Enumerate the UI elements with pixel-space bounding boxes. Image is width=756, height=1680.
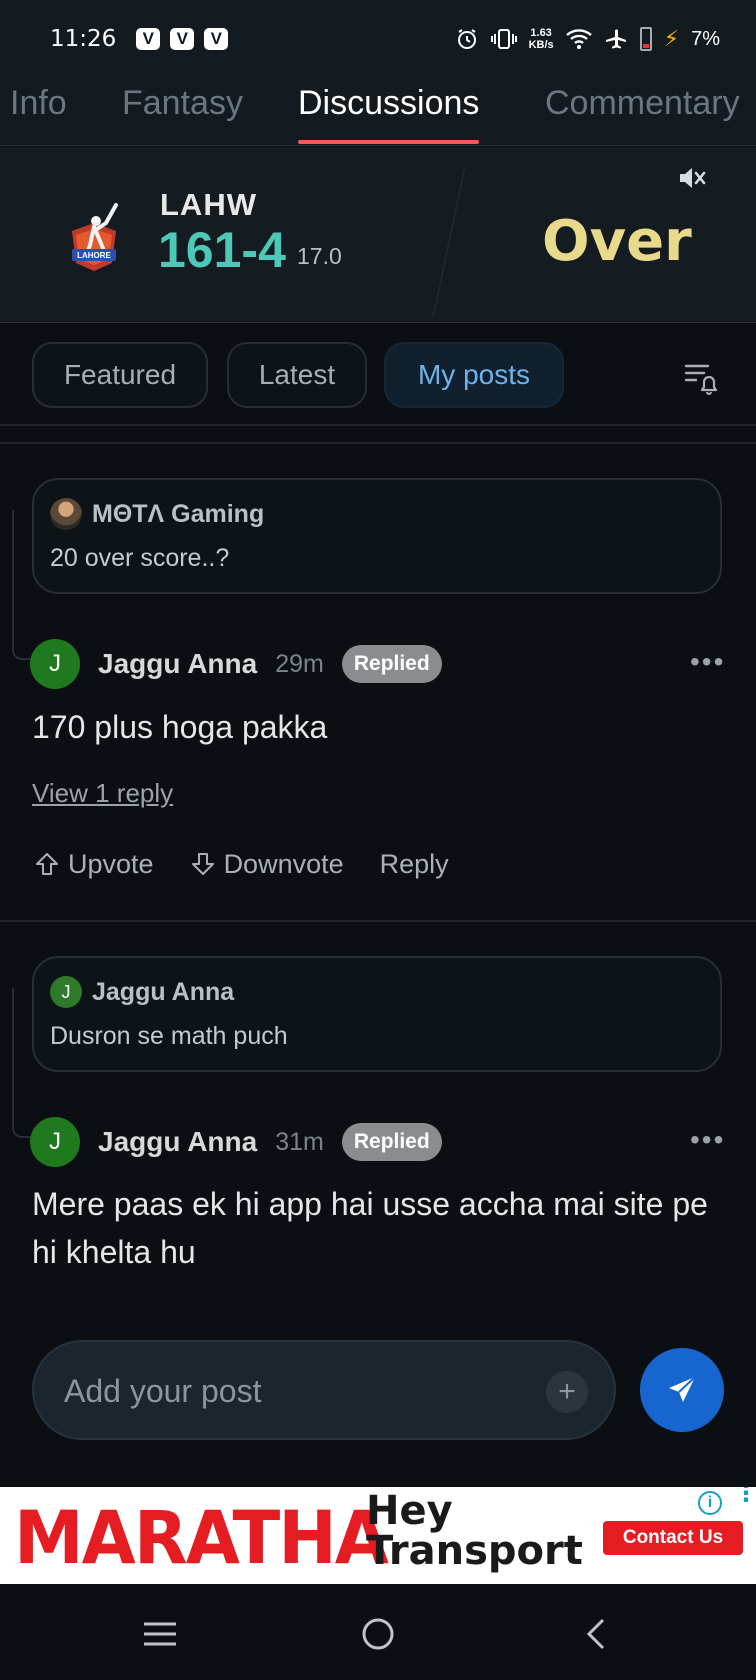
wifi-icon [565, 29, 592, 49]
divider [0, 442, 756, 444]
quoted-post[interactable]: J Jaggu Anna Dusron se math puch [32, 956, 722, 1072]
ad-more-icon[interactable]: ⋮ [734, 1487, 756, 1506]
notification-v-icon: V [204, 28, 229, 50]
score-divider [394, 167, 466, 317]
post-time: 31m [275, 1127, 324, 1156]
post-time: 29m [275, 649, 324, 678]
arrow-up-icon [36, 853, 58, 875]
reply-label: Reply [379, 848, 449, 879]
quoted-author: J Jaggu Anna [50, 976, 234, 1008]
team-logo: LAHORE [72, 203, 118, 271]
notification-filter-icon[interactable] [684, 360, 720, 396]
avatar [50, 498, 82, 530]
downvote-label: Downvote [223, 848, 344, 879]
vibrate-icon [490, 29, 517, 49]
downvote-button[interactable]: Downvote [190, 849, 344, 880]
ad-tagline-line2: Transport [366, 1528, 583, 1574]
battery-level: 7% [691, 27, 720, 50]
post-header: J Jaggu Anna 31m Replied [30, 1116, 442, 1168]
post-actions: Upvote Downvote Reply [34, 840, 485, 888]
notification-v-icon: V [170, 28, 195, 50]
quoted-text: Dusron se math puch [50, 1022, 288, 1050]
ad-brand: MARATHA [14, 1494, 389, 1582]
team-logo-text: LAHORE [77, 251, 111, 260]
quoted-author-name: Jaggu Anna [92, 977, 235, 1006]
view-replies-link[interactable]: View 1 reply [32, 778, 173, 809]
send-button[interactable] [640, 1348, 724, 1432]
tab-commentary[interactable]: Commentary [545, 78, 740, 145]
post-body: 170 plus hoga pakka [32, 709, 328, 745]
filter-bar: Featured Latest My posts [0, 324, 756, 424]
filter-featured[interactable]: Featured [32, 342, 208, 408]
divider [0, 920, 756, 922]
status-left: 11:26 V V V [50, 26, 229, 52]
menu-icon [144, 1622, 176, 1646]
filter-latest[interactable]: Latest [227, 342, 367, 408]
upvote-label: Upvote [68, 848, 154, 879]
post-composer: + [32, 1340, 616, 1440]
avatar[interactable]: J [30, 1117, 80, 1167]
charging-bolt-icon: ⚡ [663, 26, 680, 51]
home-button[interactable] [356, 1612, 400, 1656]
clock: 11:26 [50, 26, 117, 52]
replied-badge: Replied [341, 1123, 442, 1161]
system-nav-bar [0, 1584, 756, 1680]
team-overs: 17.0 [297, 243, 342, 269]
filter-my-posts[interactable]: My posts [384, 342, 564, 408]
post-header: J Jaggu Anna 29m Replied [30, 638, 442, 690]
post-author[interactable]: Jaggu Anna [98, 648, 257, 680]
divider [0, 424, 756, 426]
score-card[interactable]: LAHORE LAHW 161-4 17.0 Over [0, 147, 756, 323]
tab-discussions[interactable]: Discussions [298, 78, 480, 145]
status-bar: 11:26 V V V 1.63 KB/s ⚡ 7% [0, 0, 756, 78]
quoted-author: MΘTΛ Gaming [50, 498, 264, 530]
send-icon [669, 1376, 696, 1402]
back-chevron-icon [586, 1618, 605, 1650]
reply-button[interactable]: Reply [380, 849, 449, 880]
home-circle-icon [362, 1618, 394, 1650]
recent-apps-button[interactable] [138, 1612, 182, 1656]
add-attachment-button[interactable]: + [546, 1371, 588, 1413]
mute-icon[interactable] [676, 163, 706, 193]
tab-info[interactable]: Info [10, 78, 67, 145]
post-author[interactable]: Jaggu Anna [98, 1126, 257, 1158]
more-options-icon[interactable]: ••• [690, 646, 725, 678]
quoted-post[interactable]: MΘTΛ Gaming 20 over score..? [32, 478, 722, 594]
ad-contact-button[interactable]: Contact Us [603, 1521, 743, 1555]
tab-fantasy[interactable]: Fantasy [122, 78, 243, 145]
upvote-button[interactable]: Upvote [34, 849, 154, 880]
replied-badge: Replied [341, 645, 442, 683]
back-button[interactable] [574, 1612, 618, 1656]
quoted-text: 20 over score..? [50, 544, 230, 572]
quoted-author-name: MΘTΛ Gaming [92, 499, 265, 528]
network-speed-value: 1.63 [530, 27, 552, 39]
network-speed: 1.63 KB/s [529, 27, 554, 51]
network-speed-unit: KB/s [528, 39, 554, 51]
battery-icon [639, 27, 652, 51]
avatar: J [50, 976, 82, 1008]
ad-banner[interactable]: MARATHA Hey Transport Contact Us i ⋮ [0, 1487, 756, 1584]
notification-v-icon: V [136, 28, 161, 50]
post-body: Mere paas ek hi app hai usse accha mai s… [32, 1186, 708, 1270]
ad-tagline: Hey Transport [366, 1491, 583, 1571]
avatar[interactable]: J [30, 639, 80, 689]
team-name: LAHW [160, 187, 257, 222]
team-score: 161-4 [158, 222, 286, 278]
ad-tagline-line1: Hey [366, 1488, 453, 1534]
arrow-down-icon [191, 853, 214, 875]
match-tabs: Info Fantasy Discussions Commentary [0, 78, 756, 146]
add-post-input[interactable] [64, 1364, 504, 1418]
alarm-icon [457, 29, 476, 49]
more-options-icon[interactable]: ••• [690, 1124, 725, 1156]
airplane-icon [605, 29, 626, 49]
live-event-text: Over [542, 209, 692, 274]
status-right: 1.63 KB/s ⚡ 7% [455, 26, 720, 52]
ad-info-icon[interactable]: i [698, 1491, 722, 1515]
